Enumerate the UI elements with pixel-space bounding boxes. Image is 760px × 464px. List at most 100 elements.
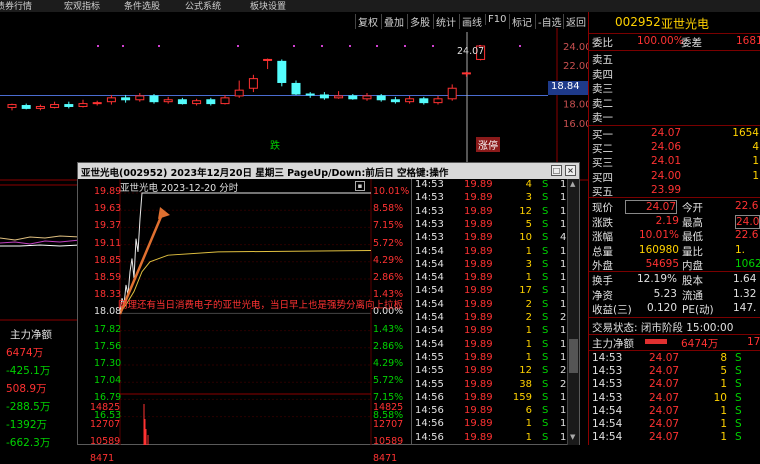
tick-scrollbar[interactable]: ▲ ▼ xyxy=(567,179,579,445)
pct-axis-label: 10.01% xyxy=(373,186,410,197)
candle-body xyxy=(419,98,429,104)
flow-value: 508.9万 xyxy=(6,383,47,395)
ask-row: 卖一 xyxy=(589,110,760,124)
volume-axis-label: 8471 xyxy=(90,453,115,464)
bid-price: 24.06 xyxy=(651,141,682,154)
candle-body xyxy=(21,105,31,109)
toolbar-fuquan-button[interactable]: 复权 xyxy=(355,14,380,29)
pct-axis-label: 2.86% xyxy=(373,272,404,283)
candle-body xyxy=(277,60,287,83)
stat-value: 24.07 xyxy=(625,200,677,214)
pct-axis-label: 5.72% xyxy=(373,375,404,387)
chart-settings-icon[interactable]: ▪ xyxy=(355,181,365,191)
stat-value: 10628 xyxy=(735,258,760,271)
toolbar-mark-button[interactable]: 标记 xyxy=(509,14,534,29)
trade-time: 14:54 xyxy=(592,431,623,444)
tick-row: 14:56 19.89 6 S 1 xyxy=(415,405,567,417)
stat-value: 1.64 xyxy=(733,273,757,285)
bid-price: 23.99 xyxy=(651,183,682,196)
close-icon[interactable]: × xyxy=(565,165,576,176)
stat-label: 量比 xyxy=(682,245,703,258)
tick-row: 14:55 19.89 1 S 1 xyxy=(415,351,567,363)
candle-body xyxy=(92,102,102,105)
price-tick-label: 24.00 xyxy=(563,42,588,53)
stat-row: 涨幅 10.01% 最低 22.6 xyxy=(589,229,760,243)
stat-value: 1.32 xyxy=(733,287,757,300)
candle-body xyxy=(291,82,301,95)
popup-titlebar[interactable]: 亚世光电(002952) 2023年12月20日 星期三 PageUp/Down… xyxy=(78,163,579,179)
bid-label: 买三 xyxy=(592,157,613,170)
trade-time: 14:53 xyxy=(592,365,623,378)
stat-label: 净资 xyxy=(592,289,613,302)
toolbar-watchlist-button[interactable]: -自选 xyxy=(535,14,564,29)
bid-row: 买一 24.07 1654 xyxy=(589,127,760,141)
stat-label: 最高 xyxy=(682,216,703,229)
menu-item[interactable]: 宏观指标 xyxy=(64,0,100,12)
signal-marker xyxy=(237,45,239,47)
main-flow-panel: 主力净额 6474万 -425.1万 508.9万 -288.5万 -1392万… xyxy=(0,325,78,449)
trade-volume: 10 xyxy=(713,391,727,404)
trade-side: S xyxy=(735,431,742,444)
stat-label: 涨幅 xyxy=(592,231,613,244)
stat-row: 涨跌 2.19 最高 24.0 xyxy=(589,214,760,229)
chart-annotation: 同理还有当日消费电子的亚世光电，当日早上也是强势分离向上拉板 xyxy=(118,300,404,311)
trade-row: 14:53 24.07 8 S xyxy=(589,352,760,365)
ask-label: 卖四 xyxy=(592,68,613,81)
tick-row: 14:54 19.89 17 S 1 xyxy=(415,285,567,297)
volume-axis-label: 10589 xyxy=(373,436,404,447)
flow-value: -662.3万 xyxy=(6,437,51,449)
signal-marker xyxy=(97,45,99,47)
trade-price: 24.07 xyxy=(649,431,680,444)
menu-item[interactable]: 条件选股 xyxy=(124,0,160,12)
toolbar-back-button[interactable]: 返回 xyxy=(563,14,588,29)
candle-body xyxy=(461,72,471,75)
menu-item[interactable]: 债券行情 xyxy=(0,0,32,12)
tick-table[interactable]: 14:53 19.89 4 S 1 14:53 19.89 3 S 1 14:53 19.89 12 S 1… xyxy=(411,179,567,445)
maximize-icon[interactable]: □ xyxy=(551,165,562,176)
scroll-thumb[interactable] xyxy=(569,339,578,373)
intraday-chart[interactable] xyxy=(78,179,408,445)
menu-item[interactable]: 公式系统 xyxy=(185,0,221,12)
stat-label: 今开 xyxy=(682,202,703,214)
trade-price: 24.07 xyxy=(649,418,680,430)
price-axis-label: 17.30 xyxy=(94,358,122,369)
quote-header: 002952 亚世光电 xyxy=(589,14,760,32)
toolbar-f10-button[interactable]: F10 xyxy=(485,14,508,25)
toolbar-multi-button[interactable]: 多股 xyxy=(407,14,432,29)
flow-bar xyxy=(645,339,667,344)
tick-row: 14:55 19.89 38 S 2 xyxy=(415,378,567,390)
quote-panel: 002952 亚世光电 委比 100.00% 委差 1681 卖五 卖四 卖三 卖二卖… xyxy=(588,12,760,445)
scroll-down-icon[interactable]: ▼ xyxy=(570,433,578,443)
trade-time: 14:53 xyxy=(592,378,623,391)
trade-volume: 1 xyxy=(720,431,727,444)
toolbar-overlay-button[interactable]: 叠加 xyxy=(381,14,406,29)
signal-marker xyxy=(158,45,160,47)
intraday-popup[interactable]: 亚世光电(002952) 2023年12月20日 星期三 PageUp/Down… xyxy=(77,162,580,464)
volume-axis-label: 8471 xyxy=(373,453,398,464)
stat-value: 147. xyxy=(733,302,757,315)
ask-label: 卖五 xyxy=(592,54,613,66)
trade-row: 14:54 24.07 1 S xyxy=(589,418,760,431)
tick-row: 14:54 19.89 1 S 1 xyxy=(415,245,567,257)
ask-label: 卖一 xyxy=(592,112,613,125)
toolbar-draw-button[interactable]: 画线 xyxy=(459,14,484,29)
stock-name: 亚世光电 xyxy=(661,17,710,31)
volume-axis-label: 14825 xyxy=(373,402,404,413)
candle-body xyxy=(121,97,131,101)
stat-value: 12.19% xyxy=(636,273,677,285)
trade-volume: 1 xyxy=(720,418,727,430)
toolbar-stats-button[interactable]: 统计 xyxy=(433,14,458,29)
trade-price: 24.07 xyxy=(649,365,680,378)
trade-volume: 1 xyxy=(720,404,727,417)
candle-body xyxy=(7,104,17,108)
popup-title: 亚世光电(002952) 2023年12月20日 星期三 PageUp/Down… xyxy=(81,168,449,179)
price-axis-label: 17.04 xyxy=(94,375,122,387)
scroll-up-icon[interactable]: ▲ xyxy=(570,180,578,190)
ask-row: 卖四 xyxy=(589,67,760,81)
menu-item[interactable]: 板块设置 xyxy=(250,0,286,12)
tick-row: 14:55 19.89 12 S 2 xyxy=(415,365,567,377)
trade-price: 24.07 xyxy=(649,378,680,391)
tick-row: 14:56 19.89 1 S 1 xyxy=(415,431,567,443)
stat-value: 22.6 xyxy=(735,229,759,242)
trade-side: S xyxy=(735,352,742,364)
